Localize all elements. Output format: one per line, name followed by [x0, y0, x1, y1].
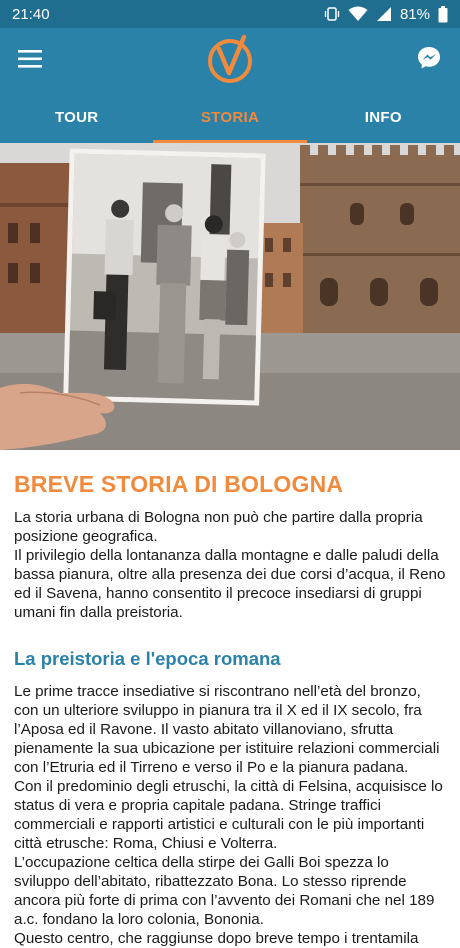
article: BREVE STORIA DI BOLOGNA La storia urbana… — [14, 465, 446, 948]
v-logo-icon — [208, 34, 252, 83]
tab-info[interactable]: INFO — [307, 92, 460, 143]
messenger-icon — [418, 47, 440, 69]
battery-percent: 81% — [399, 5, 430, 23]
hero-image — [0, 143, 460, 450]
battery-icon — [438, 5, 448, 22]
menu-button[interactable] — [18, 48, 44, 70]
tab-bar: TOUR STORIA INFO — [0, 92, 460, 143]
status-time: 21:40 — [12, 5, 50, 23]
tab-storia[interactable]: STORIA — [153, 92, 307, 143]
section-title: La preistoria e l'epoca romana — [14, 648, 281, 669]
app-logo — [206, 33, 256, 85]
article-title: BREVE STORIA DI BOLOGNA — [14, 471, 344, 497]
wifi-icon — [348, 6, 368, 21]
status-bar: 21:40 81% — [0, 0, 460, 28]
status-icons: 81% — [324, 5, 448, 23]
app-bar — [0, 28, 460, 92]
hero-photo — [0, 143, 460, 450]
section-text: Le prime tracce insediative si riscontra… — [14, 683, 443, 947]
messenger-button[interactable] — [416, 45, 442, 71]
tab-tour[interactable]: TOUR — [0, 92, 153, 143]
vibrate-icon — [324, 7, 340, 21]
article-intro: La storia urbana di Bologna non può che … — [14, 509, 446, 621]
signal-icon — [376, 7, 391, 21]
menu-icon — [18, 50, 42, 68]
